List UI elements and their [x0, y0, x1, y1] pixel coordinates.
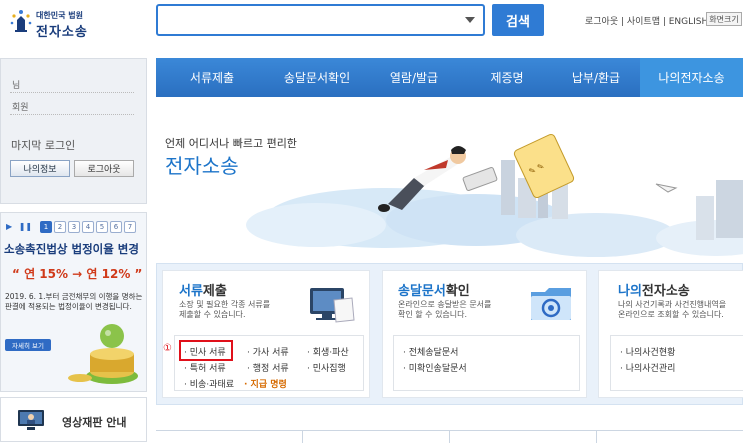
logo-subtitle: 대한민국 법원	[36, 11, 83, 20]
logout-button[interactable]: 로그아웃	[74, 160, 134, 177]
promo-detail-button[interactable]: 자세히 보기	[5, 339, 51, 351]
link-all-delivered[interactable]: · 전체송달문서	[403, 345, 458, 358]
video-trial-label[interactable]: 영상재판 안내	[62, 414, 127, 430]
play-icon[interactable]: ▶	[6, 222, 12, 231]
my-ecourt-title[interactable]: 나의전자소송	[618, 280, 690, 299]
top-links[interactable]: 로그아웃 | 사이트맵 | ENGLISH	[585, 14, 708, 27]
submit-title[interactable]: 서류제출	[179, 280, 227, 299]
step-marker: ①	[163, 343, 172, 354]
link-payment-order[interactable]: · 지급 명령	[244, 377, 287, 390]
link-admin-docs[interactable]: · 행정 서류	[247, 361, 289, 374]
link-unread-delivered[interactable]: · 미확인송달문서	[403, 361, 467, 374]
link-civil-execution[interactable]: · 민사집행	[307, 361, 346, 374]
bottom-cell	[450, 431, 597, 443]
coin-stack-illustration	[68, 324, 138, 384]
search-input[interactable]	[156, 4, 485, 36]
submit-desc: 소장 및 필요한 각종 서류를 제출할 수 있습니다.	[179, 300, 271, 319]
pause-icon[interactable]: ❚❚	[19, 222, 32, 231]
link-my-case-manage[interactable]: · 나의사건관리	[620, 361, 675, 374]
promo-title: 소송촉진법상 법정이율 변경	[4, 242, 139, 256]
dropdown-arrow-icon[interactable]	[465, 17, 475, 23]
pager-item[interactable]: 1	[40, 221, 52, 233]
hero-illustration: ✎ ✎	[246, 133, 743, 257]
pager-item[interactable]: 7	[124, 221, 136, 233]
nav-item-submit[interactable]: 서류제출	[156, 58, 268, 97]
pager-item[interactable]: 5	[96, 221, 108, 233]
link-family-docs[interactable]: · 가사 서류	[247, 345, 289, 358]
divider	[10, 114, 134, 115]
monitor-icon	[18, 410, 44, 430]
highlight-box	[179, 340, 233, 361]
main-nav: 서류제출 송달문서확인 열람/발급 제증명 납부/환급 나의전자소송	[156, 58, 743, 97]
promo-text: 2019. 6. 1.부터 금전채무의 이행을 명하는 판결에 적용되는 법정이…	[5, 292, 143, 311]
my-ecourt-desc: 나의 사건기록과 사건진행내역을 온라인으로 조회할 수 있습니다.	[618, 300, 727, 319]
member-type-label: 회원	[12, 103, 29, 113]
delivery-title[interactable]: 송달문서확인	[398, 280, 470, 299]
pager-item[interactable]: 2	[54, 221, 66, 233]
divider	[10, 92, 134, 93]
link-my-case-status[interactable]: · 나의사건현황	[620, 345, 675, 358]
hero-subtitle: 언제 어디서나 빠르고 편리한	[165, 137, 297, 150]
nav-item-view-issue[interactable]: 열람/발급	[366, 58, 462, 97]
nav-item-certificate[interactable]: 제증명	[462, 58, 552, 97]
search-button[interactable]: 검색	[492, 4, 544, 36]
promo-rate: “ 연 15% → 연 12% ”	[12, 267, 143, 281]
bottom-cell	[156, 431, 303, 443]
bottom-strip	[156, 430, 743, 443]
user-name-label: 님	[12, 81, 21, 91]
nav-item-my-ecourt[interactable]: 나의전자소송	[640, 58, 743, 97]
court-emblem-icon[interactable]	[8, 8, 34, 34]
link-patent-docs[interactable]: · 특허 서류	[184, 361, 226, 374]
zoom-button[interactable]: 화면크기	[706, 12, 742, 26]
logo-title[interactable]: 전자소송	[36, 21, 88, 40]
slide-pager[interactable]: 1 2 3 4 5 6 7	[40, 221, 136, 233]
last-login-label: 마지막 로그인	[11, 139, 76, 152]
my-info-button[interactable]: 나의정보	[10, 160, 70, 177]
monitor-document-icon	[310, 288, 355, 323]
bottom-cell	[597, 431, 743, 443]
link-non-contentious[interactable]: · 비송·과태료	[184, 377, 234, 390]
nav-item-payment[interactable]: 납부/환급	[552, 58, 640, 97]
pager-item[interactable]: 3	[68, 221, 80, 233]
slide-controls[interactable]: ▶ ❚❚	[6, 222, 32, 231]
bottom-cell	[303, 431, 450, 443]
link-rehab-bankruptcy[interactable]: · 회생·파산	[307, 345, 349, 358]
email-folder-icon	[531, 288, 571, 320]
delivery-desc: 온라인으로 송달받은 문서를 확인 할 수 있습니다.	[398, 300, 492, 319]
pager-item[interactable]: 6	[110, 221, 122, 233]
nav-item-delivery[interactable]: 송달문서확인	[268, 58, 366, 97]
login-panel	[0, 58, 147, 204]
hero-title: 전자소송	[165, 154, 239, 178]
pager-item[interactable]: 4	[82, 221, 94, 233]
